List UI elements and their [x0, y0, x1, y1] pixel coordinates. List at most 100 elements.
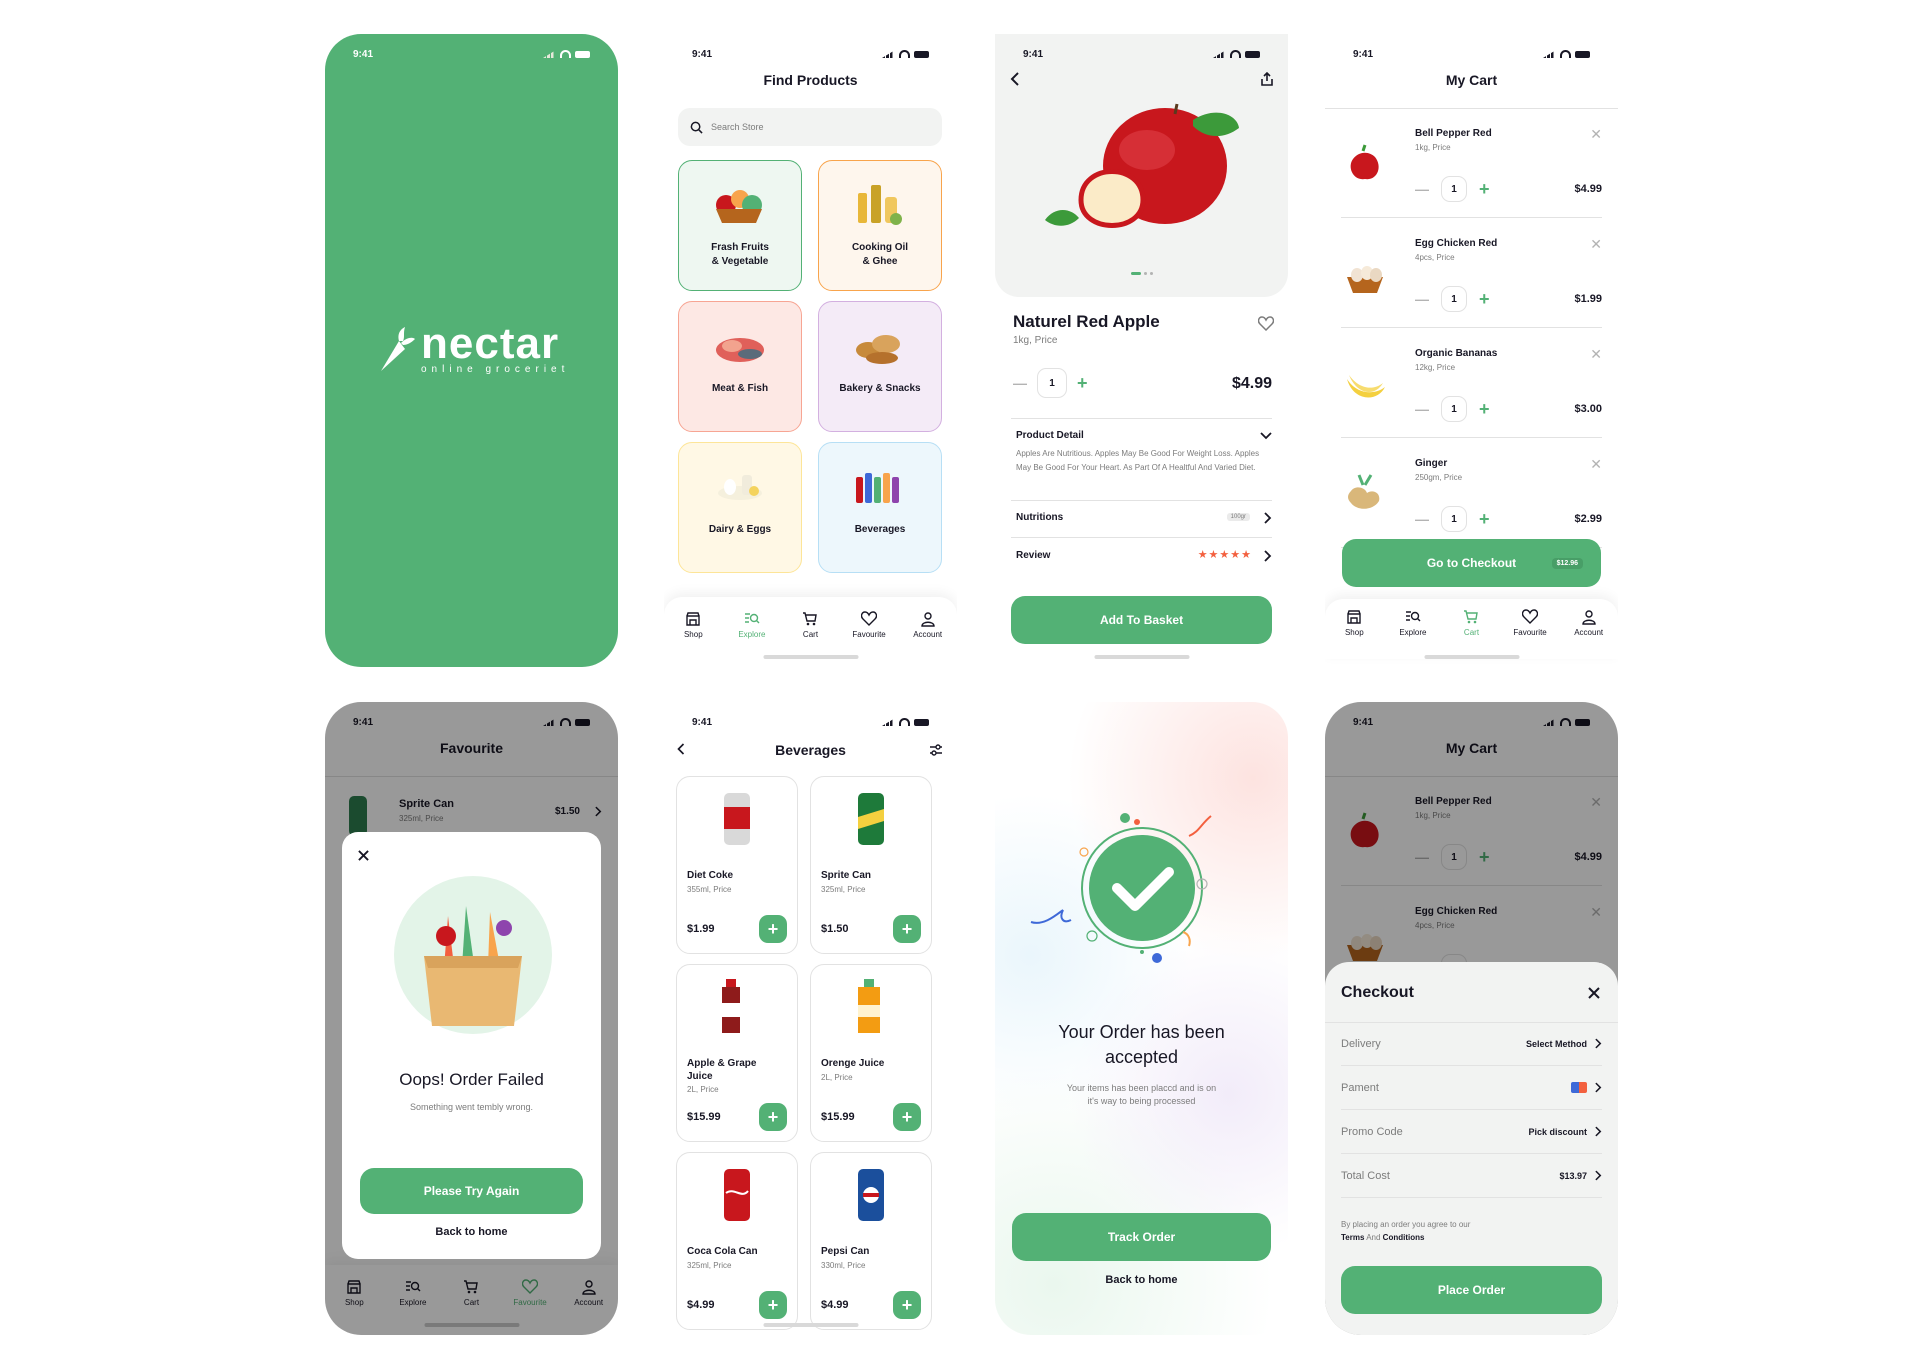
place-order-button[interactable]: Place Order — [1341, 1266, 1602, 1314]
category-label: Beverages — [854, 524, 906, 535]
minus-icon[interactable]: — — [1415, 291, 1429, 307]
go-to-checkout-button[interactable]: Go to Checkout $12.96 — [1342, 539, 1601, 587]
track-order-button[interactable]: Track Order — [1012, 1213, 1271, 1261]
product-card[interactable]: Orenge Juice 2L, Price $15.99 + — [810, 964, 932, 1142]
minus-icon[interactable]: — — [1415, 511, 1429, 527]
product-price: $4.99 — [687, 1299, 715, 1311]
add-button[interactable]: + — [759, 915, 787, 943]
remove-icon[interactable]: ✕ — [1590, 126, 1602, 143]
minus-icon[interactable]: — — [1415, 181, 1429, 197]
qty-value[interactable]: 1 — [1441, 506, 1467, 532]
qty-value[interactable]: 1 — [1441, 176, 1467, 202]
chevron-down-icon[interactable] — [1260, 432, 1272, 440]
chevron-right-icon[interactable] — [1264, 550, 1272, 562]
tab-favourite[interactable]: Favourite — [1505, 609, 1555, 659]
item-price: $3.00 — [1574, 403, 1602, 415]
product-price: $4.99 — [1231, 375, 1272, 392]
total-row[interactable]: Total Cost $13.97 — [1341, 1154, 1602, 1198]
shop-icon — [686, 612, 700, 626]
close-icon[interactable] — [358, 850, 369, 861]
product-card[interactable]: Diet Coke 355ml, Price $1.99 + — [676, 776, 798, 954]
product-card[interactable]: Sprite Can 325ml, Price $1.50 + — [810, 776, 932, 954]
item-price: $2.99 — [1574, 513, 1602, 525]
minus-icon[interactable]: — — [1415, 401, 1429, 417]
category-tile[interactable]: Beverages — [818, 442, 942, 573]
explore-icon — [1405, 611, 1421, 622]
plus-icon[interactable]: + — [1479, 289, 1490, 310]
cart-icon — [803, 612, 818, 626]
plus-icon[interactable]: + — [1479, 509, 1490, 530]
heart-icon — [1522, 609, 1539, 624]
try-again-button[interactable]: Please Try Again — [360, 1168, 583, 1214]
accepted-title: Your Order has been accepted — [995, 1020, 1288, 1070]
item-unit: 4pcs, Price — [1415, 253, 1455, 262]
user-icon — [920, 612, 935, 627]
order-failed-dialog: Oops! Order Failed Something went tembly… — [342, 832, 601, 1259]
qty-value[interactable]: 1 — [1441, 286, 1467, 312]
category-tile[interactable]: Frash Fruits & Vegetable — [678, 160, 802, 291]
showcase-canvas: 9:41 nectar online groceriet 9:41 Find P… — [0, 0, 1920, 1357]
conditions-link[interactable]: Conditions — [1383, 1233, 1425, 1242]
add-button[interactable]: + — [893, 915, 921, 943]
category-tile[interactable]: Dairy & Eggs — [678, 442, 802, 573]
product-card[interactable]: Apple & Grape Juice 2L, Price $15.99 + — [676, 964, 798, 1142]
qty-value[interactable]: 1 — [1441, 396, 1467, 422]
remove-icon[interactable]: ✕ — [1590, 236, 1602, 253]
tab-label: Shop — [1344, 628, 1364, 637]
back-arrow-icon[interactable] — [1009, 72, 1021, 86]
category-tile[interactable]: Meat & Fish — [678, 301, 802, 432]
battery-icon — [1245, 50, 1260, 58]
product-card[interactable]: Coca Cola Can 325ml, Price $4.99 + — [676, 1152, 798, 1330]
tab-shop[interactable]: Shop — [668, 611, 718, 667]
item-name: Organic Bananas — [1415, 348, 1498, 359]
checkout-rows: Delivery Select Method Pament Promo Code… — [1341, 1022, 1602, 1198]
filter-icon[interactable] — [929, 744, 943, 756]
search-input[interactable]: Search Store — [678, 108, 942, 146]
share-icon[interactable] — [1260, 72, 1274, 86]
brand-text: nectar online groceriet — [421, 322, 569, 376]
add-button[interactable]: + — [893, 1291, 921, 1319]
add-button[interactable]: + — [759, 1291, 787, 1319]
back-to-home-link[interactable]: Back to home — [342, 1226, 601, 1238]
tab-explore[interactable]: Explore — [1388, 609, 1438, 659]
tab-account[interactable]: Account — [903, 611, 953, 667]
qty-value[interactable]: 1 — [1037, 368, 1067, 398]
tab-account[interactable]: Account — [1564, 609, 1614, 659]
remove-icon[interactable]: ✕ — [1590, 346, 1602, 363]
terms-text: By placing an order you agree to our Ter… — [1341, 1218, 1470, 1244]
battery-icon — [1575, 50, 1590, 58]
product-image — [722, 979, 740, 1033]
home-indicator — [1424, 655, 1519, 659]
product-unit: 325ml, Price — [687, 1261, 732, 1270]
delivery-row[interactable]: Delivery Select Method — [1341, 1022, 1602, 1066]
category-label: Dairy & Eggs — [708, 524, 772, 535]
tab-cart[interactable]: Cart — [1446, 609, 1496, 659]
product-card[interactable]: Pepsi Can 330ml, Price $4.99 + — [810, 1152, 932, 1330]
terms-link[interactable]: Terms — [1341, 1233, 1364, 1242]
payment-row[interactable]: Pament — [1341, 1066, 1602, 1110]
tab-label: Favourite — [852, 630, 886, 639]
add-button[interactable]: + — [893, 1103, 921, 1131]
remove-icon[interactable]: ✕ — [1590, 456, 1602, 473]
product-image — [858, 793, 884, 845]
product-name: Coca Cola Can — [687, 1246, 758, 1257]
add-to-basket-button[interactable]: Add To Basket — [1011, 596, 1272, 644]
tab-shop[interactable]: Shop — [1329, 609, 1379, 659]
promo-row[interactable]: Promo Code Pick discount — [1341, 1110, 1602, 1154]
product-name: Apple & Grape Juice — [687, 1058, 757, 1082]
plus-icon[interactable]: + — [1479, 179, 1490, 200]
plus-icon[interactable]: + — [1479, 399, 1490, 420]
plus-icon[interactable]: + — [1077, 373, 1088, 394]
minus-icon[interactable]: — — [1013, 375, 1027, 391]
back-to-home-link[interactable]: Back to home — [995, 1274, 1288, 1286]
add-button[interactable]: + — [759, 1103, 787, 1131]
product-image — [1348, 474, 1380, 509]
close-icon[interactable] — [1588, 987, 1600, 999]
category-tile[interactable]: Bakery & Snacks — [818, 301, 942, 432]
heart-icon[interactable] — [1258, 316, 1274, 331]
category-tile[interactable]: Cooking Oil & Ghee — [818, 160, 942, 291]
product-image — [858, 1169, 884, 1221]
category-grid: Frash Fruits & Vegetable Cooking Oil & Ghee… — [678, 160, 942, 573]
chevron-right-icon[interactable] — [1264, 512, 1272, 524]
accepted-sub-line1: Your items has been placcd and is on — [1066, 1083, 1217, 1093]
